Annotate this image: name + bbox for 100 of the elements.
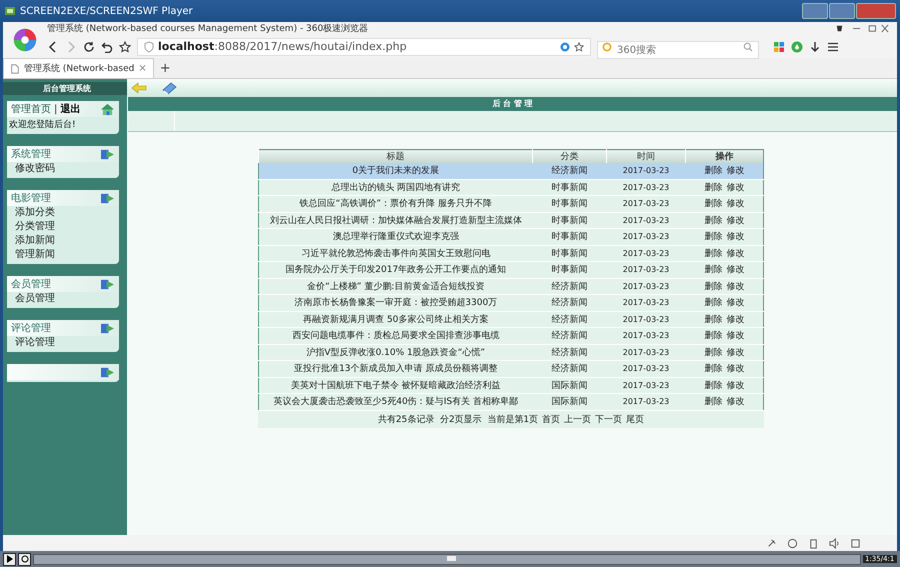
action-link[interactable]: 删除 [704, 380, 722, 391]
table-row[interactable]: 刘云山在人民日报社调研：加快媒体融合发展打造新型主流媒体 时事新闻 2017-03-23 删除 修改 [258, 212, 764, 228]
progress-track[interactable] [33, 554, 861, 564]
panel-title: 后 台 管 理 [128, 97, 897, 111]
action-link[interactable]: 修改 [726, 331, 744, 342]
action-link[interactable]: 删除 [704, 199, 722, 210]
action-link[interactable]: 修改 [726, 232, 744, 242]
action-link[interactable]: 修改 [726, 216, 744, 226]
menu-icon[interactable] [827, 40, 839, 52]
table-row[interactable]: 沪指V型反弹收涨0.10% 1股急跌资金“心慌” 经济新闻 2017-03-23 删除 修改 [258, 344, 764, 360]
browser-tab[interactable]: 管理系统 (Network-based × [3, 58, 154, 78]
apps-icon[interactable] [773, 40, 785, 52]
table-row[interactable]: 总理出访的镜头 两国四地有讲究 时事新闻 2017-03-23 删除 修改 [258, 179, 764, 196]
address-field[interactable]: localhost:8088/2017/news/houtai/index.php [137, 38, 591, 56]
reload-icon[interactable] [83, 40, 95, 52]
table-cell: 时事新闻 [532, 179, 606, 196]
circle-icon [20, 555, 28, 563]
action-link[interactable]: 修改 [726, 265, 744, 276]
action-link[interactable]: 修改 [726, 248, 744, 259]
table-row[interactable]: 铁总回应“高铁调价”：票价有升降 服务只升不降 时事新闻 2017-03-23 删除 修改 [258, 196, 764, 212]
table-row[interactable]: 西安问题电缆事件：质检总局要求全国排查涉事电缆 经济新闻 2017-03-23 删除 修改 [258, 328, 764, 344]
arrow-icon [100, 322, 115, 334]
pagination-link[interactable]: 首页 [542, 412, 560, 426]
arrow-icon [100, 192, 115, 204]
table-row[interactable]: 习近平就伦敦恐怖袭击事件向英国女王致慰问电 时事新闻 2017-03-23 删除 修改 [258, 245, 764, 262]
action-link[interactable]: 删除 [704, 166, 722, 176]
action-link[interactable]: 修改 [726, 397, 744, 408]
action-link[interactable]: 删除 [704, 265, 722, 276]
table-row[interactable]: 国务院办公厅关于印发2017年政务公开工作要点的通知 时事新闻 2017-03-23 删除 修改 [258, 262, 764, 278]
new-tab-button[interactable]: + [160, 60, 171, 78]
pagination-link[interactable]: 尾页 [626, 412, 644, 426]
action-link[interactable]: 修改 [726, 314, 744, 325]
action-link[interactable]: 修改 [726, 182, 744, 193]
book-icon[interactable] [161, 81, 177, 95]
star-icon[interactable] [119, 40, 131, 52]
window-icon[interactable] [850, 538, 861, 548]
table-cell: 沪指V型反弹收涨0.10% 1股急跌资金“心慌” [258, 344, 532, 360]
menu-item[interactable]: 评论管理 [7, 336, 119, 350]
column-header: 操作 [686, 150, 764, 163]
tab-close-button[interactable]: × [138, 63, 147, 74]
column-header: 时间 [606, 150, 686, 163]
clipboard-icon[interactable] [808, 538, 819, 548]
action-link[interactable]: 删除 [704, 397, 722, 408]
search-icon[interactable] [743, 42, 753, 52]
table-cell: 2017-03-23 [606, 262, 686, 278]
table-cell: 2017-03-23 [606, 163, 686, 179]
menu-item[interactable]: 修改密码 [7, 162, 119, 176]
action-link[interactable]: 删除 [704, 314, 722, 325]
table-row[interactable]: 美英对十国航班下电子禁令 被怀疑暗藏政治经济利益 国际新闻 2017-03-23 删除 修改 [258, 377, 764, 394]
play-button[interactable] [3, 552, 16, 566]
arrow-icon [100, 278, 115, 290]
action-link[interactable]: 删除 [704, 232, 722, 242]
menu-item[interactable]: 管理新闻 [7, 248, 119, 262]
star-icon[interactable] [574, 42, 584, 52]
table-cell: 时事新闻 [532, 196, 606, 212]
table-row[interactable]: 0关于我们未来的发展 经济新闻 2017-03-23 删除 修改 [258, 163, 764, 179]
table-cell: 时事新闻 [532, 245, 606, 262]
action-link[interactable]: 修改 [726, 348, 744, 358]
action-link[interactable]: 删除 [704, 282, 722, 292]
table-cell: 经济新闻 [532, 163, 606, 179]
action-link[interactable]: 删除 [704, 364, 722, 374]
action-link[interactable]: 删除 [704, 182, 722, 193]
menu-group-title: 电影管理 [11, 192, 51, 205]
action-link[interactable]: 删除 [704, 348, 722, 358]
drop-icon[interactable] [791, 40, 803, 52]
table-row[interactable]: 金价“上楼梯” 董少鹏:目前黄金适合短线投资 经济新闻 2017-03-23 删除 修改 [258, 278, 764, 294]
pagination-link[interactable]: 下一页 [595, 412, 622, 426]
action-link[interactable]: 删除 [704, 216, 722, 226]
record-button[interactable] [18, 552, 31, 566]
page-icon [10, 64, 20, 74]
menu-item[interactable]: 添加分类 [7, 206, 119, 220]
table-row[interactable]: 亚投行批准13个新成员加入申请 原成员份额将调整 经济新闻 2017-03-23 删除 修改 [258, 360, 764, 377]
search-field[interactable]: 360搜索 [597, 41, 759, 59]
menu-item[interactable]: 添加新闻 [7, 234, 119, 248]
table-cell: 时事新闻 [532, 228, 606, 245]
action-link[interactable]: 修改 [726, 380, 744, 391]
menu-item[interactable]: 分类管理 [7, 220, 119, 234]
pin-icon[interactable] [766, 538, 777, 548]
table-row[interactable]: 澳总理举行隆重仪式欢迎李克强 时事新闻 2017-03-23 删除 修改 [258, 228, 764, 245]
action-link[interactable]: 修改 [726, 364, 744, 374]
speaker-icon[interactable] [829, 538, 840, 548]
sidebar-link[interactable]: 退出 [60, 102, 80, 116]
table-cell: 习近平就伦敦恐怖袭击事件向英国女王致慰问电 [258, 245, 532, 262]
table-cell: 经济新闻 [532, 360, 606, 377]
action-link[interactable]: 删除 [704, 298, 722, 308]
table-row[interactable]: 英议会大厦袭击恐袭致至少5死40伤：疑与IS有关 首相称卑鄙 国际新闻 2017-03-23 删除 修改 [258, 394, 764, 410]
table-row[interactable]: 再融资新规满月调查 50多家公司终止相关方案 经济新闻 2017-03-23 删除 修改 [258, 311, 764, 328]
action-link[interactable]: 修改 [726, 166, 744, 176]
menu-item[interactable]: 会员管理 [7, 292, 119, 306]
table-cell: 经济新闻 [532, 278, 606, 294]
sidebar-link[interactable]: 管理首页 [11, 102, 51, 116]
download-icon[interactable] [809, 40, 821, 52]
action-link[interactable]: 删除 [704, 331, 722, 342]
undo-icon[interactable] [101, 40, 113, 52]
action-link[interactable]: 删除 [704, 248, 722, 259]
action-link[interactable]: 修改 [726, 199, 744, 210]
pagination-link[interactable]: 上一页 [564, 412, 592, 426]
action-link[interactable]: 修改 [726, 282, 744, 292]
table-row[interactable]: 济南原市长杨鲁豫案一审开庭：被控受贿超3300万 经济新闻 2017-03-23 删除 修改 [258, 294, 764, 311]
action-link[interactable]: 修改 [726, 298, 744, 308]
